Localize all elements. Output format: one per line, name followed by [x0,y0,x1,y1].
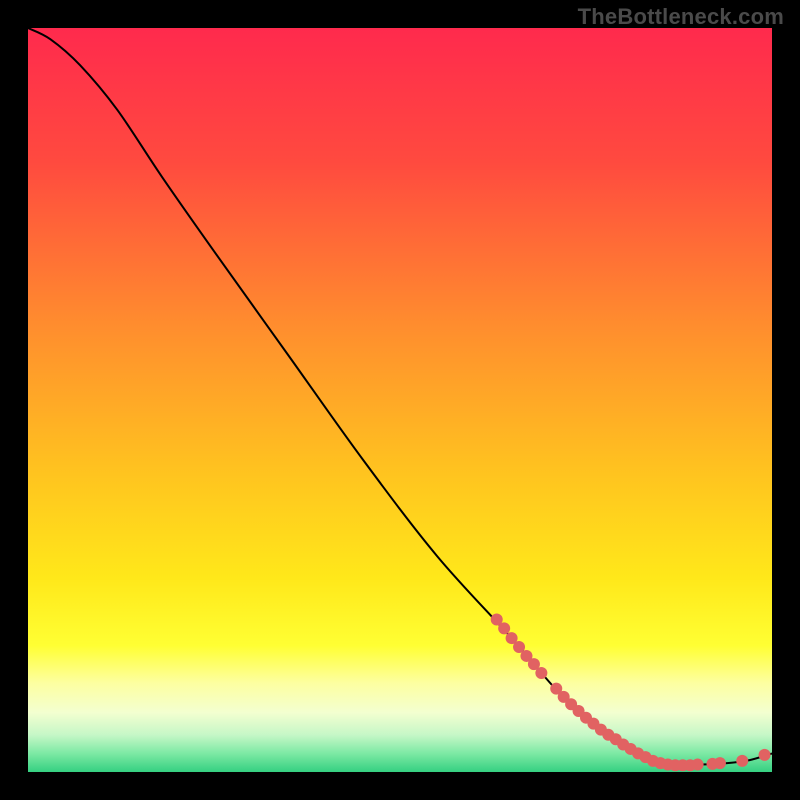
chart-plot-area [28,28,772,772]
watermark-text: TheBottleneck.com [578,4,784,30]
chart-svg [28,28,772,772]
data-marker [692,759,704,771]
data-marker [498,622,510,634]
data-marker [736,755,748,767]
chart-background [28,28,772,772]
data-marker [535,667,547,679]
data-marker [759,749,771,761]
data-marker [714,757,726,769]
chart-frame: TheBottleneck.com [0,0,800,800]
